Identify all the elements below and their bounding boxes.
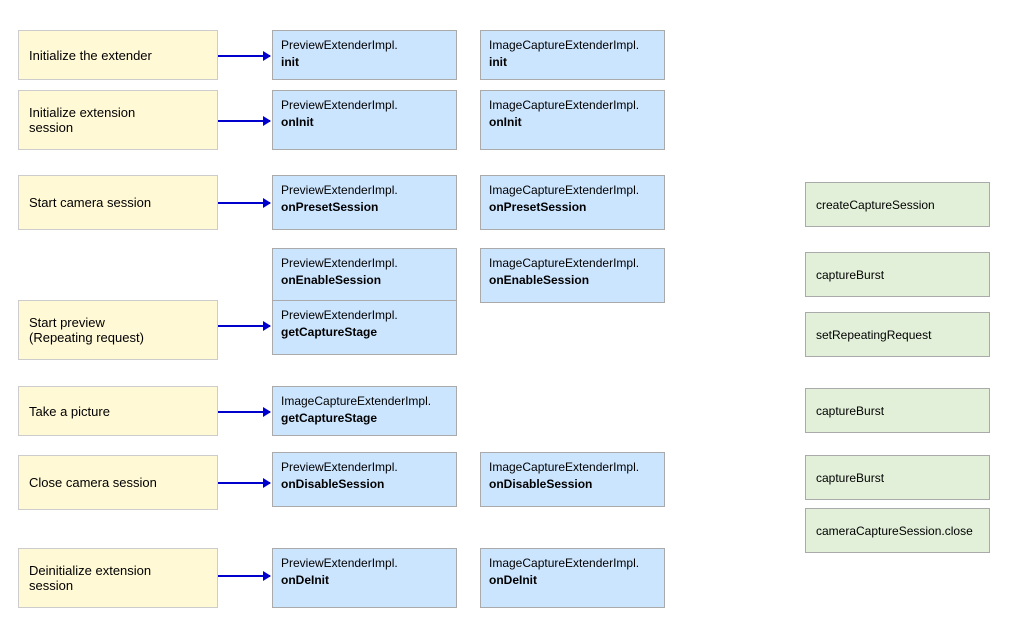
green-box-captureburst-1: captureBurst xyxy=(805,252,990,297)
label-createcapturesession: createCaptureSession xyxy=(816,198,935,212)
class-name: PreviewExtenderImpl. xyxy=(281,97,448,114)
method-name: onInit xyxy=(489,114,656,131)
blue-box-imagecapture-onenablesession: ImageCaptureExtenderImpl. onEnableSessio… xyxy=(480,248,665,303)
arrow-5 xyxy=(218,411,270,413)
label-start-preview: Start preview(Repeating request) xyxy=(29,315,144,345)
class-name: ImageCaptureExtenderImpl. xyxy=(489,459,656,476)
class-name: ImageCaptureExtenderImpl. xyxy=(489,97,656,114)
method-name: getCaptureStage xyxy=(281,410,448,427)
label-captureburst-3: captureBurst xyxy=(816,471,884,485)
arrow-2 xyxy=(218,120,270,122)
label-start-camera: Start camera session xyxy=(29,195,151,210)
method-name: getCaptureStage xyxy=(281,324,448,341)
yellow-box-take-picture: Take a picture xyxy=(18,386,218,436)
green-box-captureburst-3: captureBurst xyxy=(805,455,990,500)
yellow-box-deinitialize-session: Deinitialize extensionsession xyxy=(18,548,218,608)
green-box-createcapturesession: createCaptureSession xyxy=(805,182,990,227)
green-box-cameracapturesession-close: cameraCaptureSession.close xyxy=(805,508,990,553)
method-name: onDeInit xyxy=(281,572,448,589)
arrow-4 xyxy=(218,325,270,327)
label-captureburst-2: captureBurst xyxy=(816,404,884,418)
yellow-box-initialize-extender: Initialize the extender xyxy=(18,30,218,80)
diagram-container: Initialize the extender Initialize exten… xyxy=(0,0,1011,636)
blue-box-preview-onpresetsession: PreviewExtenderImpl. onPresetSession xyxy=(272,175,457,230)
class-name: PreviewExtenderImpl. xyxy=(281,459,448,476)
class-name: ImageCaptureExtenderImpl. xyxy=(489,37,656,54)
method-name: onDisableSession xyxy=(281,476,448,493)
method-name: onEnableSession xyxy=(281,272,448,289)
blue-box-imagecapture-onpresetsession: ImageCaptureExtenderImpl. onPresetSessio… xyxy=(480,175,665,230)
class-name: PreviewExtenderImpl. xyxy=(281,182,448,199)
method-name: init xyxy=(281,54,448,71)
green-box-captureburst-2: captureBurst xyxy=(805,388,990,433)
arrow-1 xyxy=(218,55,270,57)
method-name: onPresetSession xyxy=(281,199,448,216)
blue-box-preview-getcapturestage: PreviewExtenderImpl. getCaptureStage xyxy=(272,300,457,355)
blue-box-preview-init: PreviewExtenderImpl. init xyxy=(272,30,457,80)
yellow-box-initialize-session: Initialize extensionsession xyxy=(18,90,218,150)
label-initialize-session: Initialize extensionsession xyxy=(29,105,135,135)
label-cameracapturesession-close: cameraCaptureSession.close xyxy=(816,524,973,538)
class-name: PreviewExtenderImpl. xyxy=(281,307,448,324)
blue-box-imagecapture-oninit: ImageCaptureExtenderImpl. onInit xyxy=(480,90,665,150)
blue-box-imagecapture-ondisablesession: ImageCaptureExtenderImpl. onDisableSessi… xyxy=(480,452,665,507)
yellow-box-start-preview: Start preview(Repeating request) xyxy=(18,300,218,360)
blue-box-imagecapture-ondeinit: ImageCaptureExtenderImpl. onDeInit xyxy=(480,548,665,608)
class-name: ImageCaptureExtenderImpl. xyxy=(489,182,656,199)
blue-box-imagecapture-init: ImageCaptureExtenderImpl. init xyxy=(480,30,665,80)
yellow-box-start-camera: Start camera session xyxy=(18,175,218,230)
label-take-picture: Take a picture xyxy=(29,404,110,419)
method-name: onEnableSession xyxy=(489,272,656,289)
blue-box-preview-ondisablesession: PreviewExtenderImpl. onDisableSession xyxy=(272,452,457,507)
class-name: ImageCaptureExtenderImpl. xyxy=(489,255,656,272)
method-name: onPresetSession xyxy=(489,199,656,216)
label-initialize-extender: Initialize the extender xyxy=(29,48,152,63)
label-deinitialize-session: Deinitialize extensionsession xyxy=(29,563,151,593)
class-name: ImageCaptureExtenderImpl. xyxy=(489,555,656,572)
green-box-setrepeatingrequest: setRepeatingRequest xyxy=(805,312,990,357)
method-name: onDeInit xyxy=(489,572,656,589)
class-name: PreviewExtenderImpl. xyxy=(281,555,448,572)
method-name: onInit xyxy=(281,114,448,131)
arrow-7 xyxy=(218,575,270,577)
label-close-camera: Close camera session xyxy=(29,475,157,490)
arrow-3 xyxy=(218,202,270,204)
blue-box-preview-onenablesession: PreviewExtenderImpl. onEnableSession xyxy=(272,248,457,303)
class-name: PreviewExtenderImpl. xyxy=(281,255,448,272)
method-name: init xyxy=(489,54,656,71)
yellow-box-close-camera: Close camera session xyxy=(18,455,218,510)
blue-box-imagecapture-getcapturestage: ImageCaptureExtenderImpl. getCaptureStag… xyxy=(272,386,457,436)
arrow-6 xyxy=(218,482,270,484)
label-captureburst-1: captureBurst xyxy=(816,268,884,282)
method-name: onDisableSession xyxy=(489,476,656,493)
label-setrepeatingrequest: setRepeatingRequest xyxy=(816,328,931,342)
blue-box-preview-oninit: PreviewExtenderImpl. onInit xyxy=(272,90,457,150)
blue-box-preview-ondeinit: PreviewExtenderImpl. onDeInit xyxy=(272,548,457,608)
class-name: ImageCaptureExtenderImpl. xyxy=(281,393,448,410)
class-name: PreviewExtenderImpl. xyxy=(281,37,448,54)
